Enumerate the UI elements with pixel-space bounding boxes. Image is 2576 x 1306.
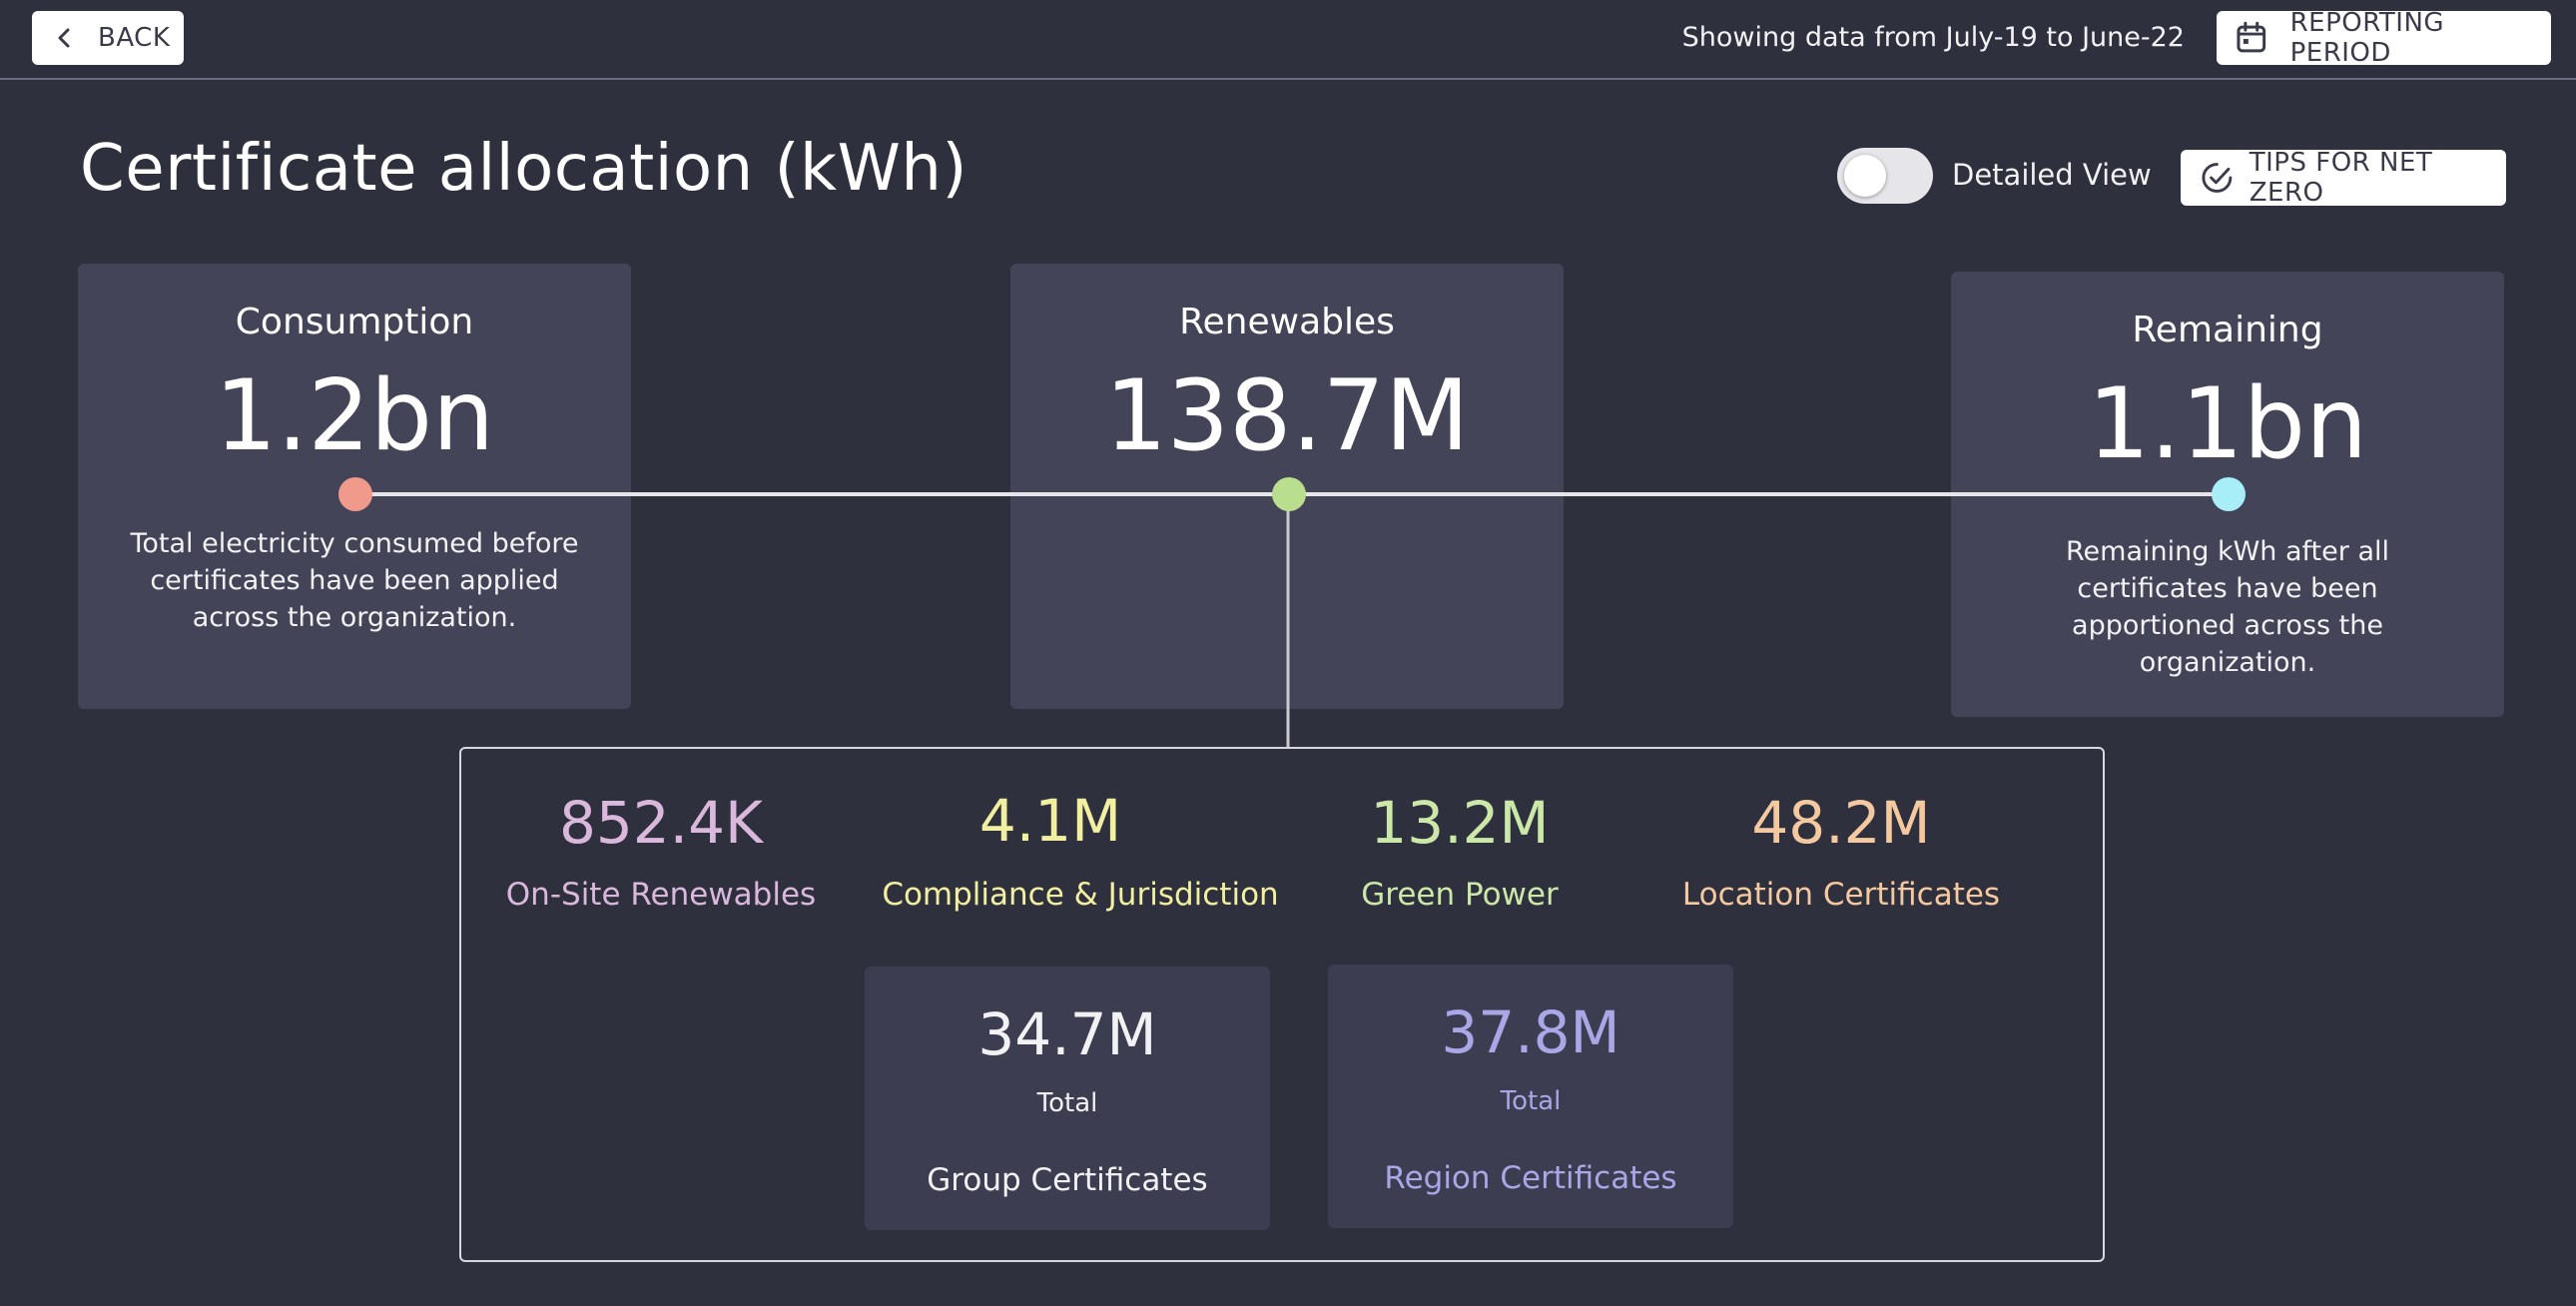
group-certificates-card: 34.7M Total Group Certificates: [865, 967, 1270, 1230]
compliance-label: Compliance & Jurisdiction: [882, 877, 1279, 913]
consumption-description: Total electricity consumed before certif…: [130, 528, 579, 633]
remaining-description: Remaining kWh after all certificates hav…: [2066, 536, 2389, 678]
green-power-label: Green Power: [1361, 877, 1559, 913]
green-power-value: 13.2M: [1370, 789, 1550, 857]
detailed-view-toggle[interactable]: [1837, 148, 1933, 204]
compliance-value: 4.1M: [978, 787, 1122, 855]
tips-for-net-zero-button[interactable]: TIPS FOR NET ZERO: [2181, 148, 2506, 208]
remaining-card: Remaining 1.1bn Remaining kWh after all …: [1951, 272, 2504, 717]
reporting-period-text: Showing data from July-19 to June-22: [1681, 22, 2185, 53]
remaining-label: Remaining: [2132, 310, 2323, 350]
tips-button-label: TIPS FOR NET ZERO: [2249, 148, 2433, 208]
location-certificates-value: 48.2M: [1751, 789, 1931, 857]
group-certificates-label: Group Certificates: [927, 1162, 1208, 1198]
back-button-label: BACK: [98, 23, 171, 53]
top-bar: [0, 0, 2576, 80]
region-certificates-card: 37.8M Total Region Certificates: [1328, 965, 1733, 1228]
region-certificates-label: Region Certificates: [1384, 1160, 1677, 1196]
group-certificates-value: 34.7M: [977, 1000, 1157, 1068]
back-button[interactable]: BACK: [32, 11, 184, 65]
consumption-label: Consumption: [235, 302, 474, 342]
onsite-renewables-value: 852.4K: [558, 789, 764, 857]
renewables-breakdown-panel: 852.4K On-Site Renewables 4.1M Complianc…: [459, 747, 2105, 1262]
reporting-period-button[interactable]: REPORTING PERIOD: [2217, 8, 2551, 68]
region-certificates-value: 37.8M: [1441, 998, 1620, 1066]
consumption-card: Consumption 1.2bn Total electricity cons…: [78, 264, 631, 709]
renewables-card: Renewables 138.7M: [1010, 264, 1564, 709]
detailed-view-label: Detailed View: [1952, 158, 2152, 192]
remaining-value: 1.1bn: [2087, 367, 2368, 481]
onsite-renewables-label: On-Site Renewables: [505, 877, 817, 913]
renewables-value: 138.7M: [1104, 359, 1470, 473]
page-title: Certificate allocation (kWh): [80, 132, 967, 206]
checkmark-circle-icon: [2202, 163, 2233, 193]
chevron-left-icon: [58, 28, 70, 48]
location-certificates-label: Location Certificates: [1681, 877, 2001, 913]
toggle-knob: [1844, 155, 1886, 197]
consumption-value: 1.2bn: [214, 359, 495, 473]
renewables-label: Renewables: [1179, 302, 1395, 342]
group-certificates-total-label: Total: [1036, 1088, 1098, 1118]
region-certificates-total-label: Total: [1500, 1086, 1562, 1116]
reporting-period-label: REPORTING PERIOD: [2289, 8, 2445, 68]
calendar-icon: [2237, 21, 2266, 53]
